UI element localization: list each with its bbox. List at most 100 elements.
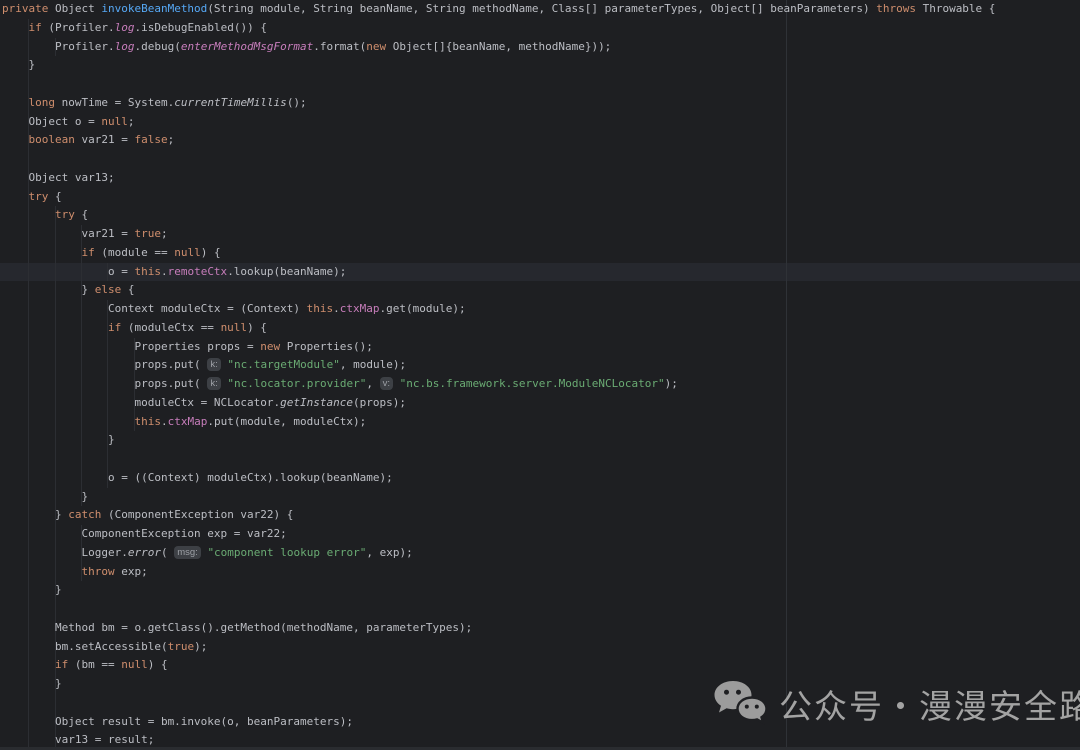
- code-token: , exp);: [366, 546, 412, 559]
- code-token: (props);: [353, 396, 406, 409]
- code-token: );: [194, 640, 207, 653]
- code-token: Object result = bm.invoke(o, beanParamet…: [2, 715, 353, 728]
- code-line[interactable]: try {: [2, 188, 995, 207]
- code-token: log: [115, 40, 135, 53]
- code-token: try: [29, 190, 49, 203]
- code-line[interactable]: Profiler.log.debug(enterMethodMsgFormat.…: [2, 38, 995, 57]
- code-line[interactable]: throw exp;: [2, 563, 995, 582]
- code-token: .debug(: [134, 40, 180, 53]
- code-token: true: [134, 227, 161, 240]
- code-line[interactable]: [2, 450, 995, 469]
- code-token: ();: [287, 96, 307, 109]
- code-token: (: [161, 546, 174, 559]
- code-line[interactable]: if (moduleCtx == null) {: [2, 319, 995, 338]
- code-line[interactable]: [2, 75, 995, 94]
- code-line[interactable]: Object var13;: [2, 169, 995, 188]
- code-line[interactable]: try {: [2, 206, 995, 225]
- code-token: null: [101, 115, 128, 128]
- code-token: props.put(: [2, 377, 207, 390]
- code-line[interactable]: boolean var21 = false;: [2, 131, 995, 150]
- code-line[interactable]: if (Profiler.log.isDebugEnabled()) {: [2, 19, 995, 38]
- code-token: .: [333, 302, 340, 315]
- code-token: this: [134, 265, 161, 278]
- code-token: .isDebugEnabled()) {: [134, 21, 266, 34]
- code-token: if: [81, 246, 94, 259]
- code-line[interactable]: }: [2, 431, 995, 450]
- code-token: boolean: [29, 133, 75, 146]
- code-token: else: [95, 283, 122, 296]
- code-token: .put(module, moduleCtx);: [207, 415, 366, 428]
- code-line[interactable]: Properties props = new Properties();: [2, 338, 995, 357]
- code-token: moduleCtx = NCLocator.: [2, 396, 280, 409]
- code-line[interactable]: bm.setAccessible(true);: [2, 638, 995, 657]
- code-token: }: [2, 490, 88, 503]
- code-token: null: [174, 246, 201, 259]
- code-line[interactable]: o = ((Context) moduleCtx).lookup(beanNam…: [2, 469, 995, 488]
- code-token: Method bm = o.getClass().getMethod(metho…: [2, 621, 472, 634]
- code-line[interactable]: } catch (ComponentException var22) {: [2, 506, 995, 525]
- code-line[interactable]: var21 = true;: [2, 225, 995, 244]
- code-token: new: [260, 340, 280, 353]
- code-token: catch: [68, 508, 101, 521]
- code-token: (moduleCtx ==: [121, 321, 220, 334]
- code-line[interactable]: this.ctxMap.put(module, moduleCtx);: [2, 413, 995, 432]
- code-token: props.put(: [2, 358, 207, 371]
- code-token: if: [29, 21, 42, 34]
- code-editor[interactable]: private Object invokeBeanMethod(String m…: [0, 0, 1080, 750]
- code-token: Logger.: [2, 546, 128, 559]
- code-token: }: [2, 433, 115, 446]
- code-line[interactable]: [2, 600, 995, 619]
- code-line[interactable]: long nowTime = System.currentTimeMillis(…: [2, 94, 995, 113]
- code-token: Profiler.: [2, 40, 115, 53]
- code-token: new: [366, 40, 386, 53]
- code-token: .: [161, 265, 168, 278]
- code-line[interactable]: private Object invokeBeanMethod(String m…: [2, 0, 995, 19]
- code-line[interactable]: if (bm == null) {: [2, 656, 995, 675]
- code-line[interactable]: }: [2, 488, 995, 507]
- code-token: }: [2, 583, 62, 596]
- inlay-hint-badge: v:: [380, 377, 393, 390]
- code-token: ) {: [247, 321, 267, 334]
- code-line[interactable]: if (module == null) {: [2, 244, 995, 263]
- code-token: this: [307, 302, 334, 315]
- code-line[interactable]: Context moduleCtx = (Context) this.ctxMa…: [2, 300, 995, 319]
- code-line[interactable]: props.put( k: "nc.targetModule", module)…: [2, 356, 995, 375]
- code-area[interactable]: private Object invokeBeanMethod(String m…: [2, 0, 995, 750]
- code-line[interactable]: }: [2, 581, 995, 600]
- code-line[interactable]: Method bm = o.getClass().getMethod(metho…: [2, 619, 995, 638]
- code-token: ) {: [148, 658, 168, 671]
- code-token: (Profiler.: [42, 21, 115, 34]
- code-token: (ComponentException var22) {: [101, 508, 293, 521]
- code-token: Object o =: [2, 115, 101, 128]
- code-token: throws: [876, 2, 916, 15]
- code-line[interactable]: props.put( k: "nc.locator.provider", v: …: [2, 375, 995, 394]
- code-token: null: [221, 321, 248, 334]
- code-token: remoteCtx: [168, 265, 228, 278]
- code-line[interactable]: ComponentException exp = var22;: [2, 525, 995, 544]
- code-line[interactable]: } else {: [2, 281, 995, 300]
- code-token: Throwable {: [916, 2, 995, 15]
- watermark: 公众号・漫漫安全路: [712, 680, 1080, 728]
- code-line[interactable]: Logger.error( msg: "component lookup err…: [2, 544, 995, 563]
- code-token: Object: [48, 2, 101, 15]
- inlay-hint-badge: k:: [207, 358, 220, 371]
- wechat-icon: [712, 680, 768, 728]
- code-token: false: [134, 133, 167, 146]
- code-token: null: [121, 658, 148, 671]
- watermark-text: 公众号・漫漫安全路: [779, 680, 1080, 728]
- code-line[interactable]: }: [2, 56, 995, 75]
- code-token: .: [161, 415, 168, 428]
- code-token: o =: [2, 265, 134, 278]
- code-token: if: [55, 658, 68, 671]
- code-line[interactable]: moduleCtx = NCLocator.getInstance(props)…: [2, 394, 995, 413]
- code-token: private: [2, 2, 48, 15]
- code-line[interactable]: o = this.remoteCtx.lookup(beanName);: [2, 263, 995, 282]
- code-token: .format(: [313, 40, 366, 53]
- code-line[interactable]: [2, 150, 995, 169]
- code-line[interactable]: Object o = null;: [2, 113, 995, 132]
- code-token: try: [55, 208, 75, 221]
- code-token: ComponentException exp = var22;: [2, 527, 287, 540]
- code-token: ctxMap: [168, 415, 208, 428]
- code-token: "component lookup error": [207, 546, 366, 559]
- code-token: , module);: [340, 358, 406, 371]
